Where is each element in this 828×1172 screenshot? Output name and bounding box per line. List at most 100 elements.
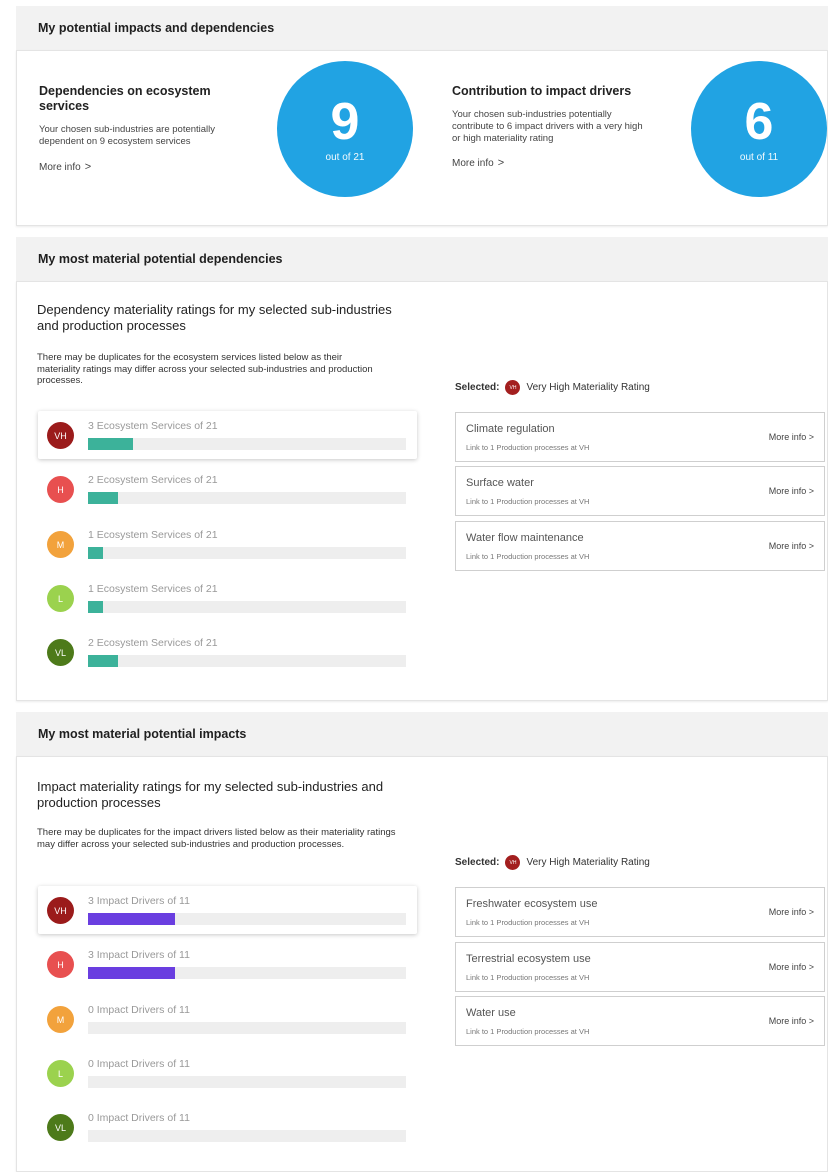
materiality-item-card[interactable]: Surface water Link to 1 Production proces… — [455, 466, 825, 516]
impacts-more-info-link[interactable]: More info > — [452, 157, 504, 169]
rating-badge: M — [47, 531, 74, 558]
rating-bar-fill — [88, 438, 134, 450]
rating-row-label: 2 Ecosystem Services of 21 — [88, 637, 218, 649]
dependencies-subtitle: Dependency materiality ratings for my se… — [37, 302, 392, 333]
item-more-info-link[interactable]: More info > — [769, 1016, 814, 1026]
rating-badge: H — [47, 476, 74, 503]
chevron-right-icon: > — [84, 161, 92, 173]
rating-row[interactable]: H 3 Impact Drivers of 11 — [38, 940, 417, 988]
impacts-subtitle: Impact materiality ratings for my select… — [37, 779, 384, 810]
item-link-text: Link to 1 Production processes at VH — [466, 552, 590, 561]
rating-badge: L — [47, 585, 74, 612]
dependencies-section-header: My most material potential dependencies — [16, 237, 828, 281]
rating-bar-track — [88, 492, 406, 504]
selected-rating-badge: VH — [505, 380, 521, 395]
materiality-item-card[interactable]: Terrestrial ecosystem use Link to 1 Produ… — [455, 942, 825, 992]
rating-badge: H — [47, 951, 74, 978]
rating-badge: L — [47, 1060, 74, 1087]
item-link-text: Link to 1 Production processes at VH — [466, 497, 590, 506]
impacts-out-of: out of 11 — [739, 151, 779, 163]
item-link-text: Link to 1 Production processes at VH — [466, 918, 590, 927]
rating-row[interactable]: H 2 Ecosystem Services of 21 — [38, 465, 417, 513]
item-name: Surface water — [466, 477, 534, 489]
rating-row[interactable]: VL 2 Ecosystem Services of 21 — [38, 628, 417, 676]
rating-row-label: 0 Impact Drivers of 11 — [88, 1112, 190, 1124]
rating-row-label: 1 Ecosystem Services of 21 — [88, 583, 218, 595]
dependencies-title: Dependencies on ecosystem services — [39, 84, 211, 113]
dependencies-selected-indicator: Selected: VH Very High Materiality Ratin… — [455, 380, 650, 395]
impacts-desc: Your chosen sub-industries potentially c… — [452, 109, 643, 144]
rating-bar-track — [88, 913, 406, 925]
rating-row[interactable]: L 0 Impact Drivers of 11 — [38, 1049, 417, 1097]
rating-bar-fill — [88, 655, 119, 667]
dependencies-out-of: out of 21 — [325, 151, 365, 163]
rating-bar-track — [88, 1076, 406, 1088]
selected-label: Selected: — [455, 382, 500, 393]
impacts-title: Contribution to impact drivers — [452, 84, 632, 98]
rating-row[interactable]: VL 0 Impact Drivers of 11 — [38, 1103, 417, 1151]
chevron-right-icon: > — [497, 157, 505, 169]
summary-card: Dependencies on ecosystem services Your … — [16, 50, 828, 226]
item-name: Freshwater ecosystem use — [466, 898, 598, 910]
rating-row-label: 0 Impact Drivers of 11 — [88, 1004, 190, 1016]
rating-bar-fill — [88, 547, 104, 559]
item-link-text: Link to 1 Production processes at VH — [466, 973, 590, 982]
rating-badge: VH — [47, 422, 74, 449]
impacts-count-circle: 6 out of 11 — [691, 61, 827, 197]
item-link-text: Link to 1 Production processes at VH — [466, 1027, 590, 1036]
dependencies-count-circle: 9 out of 21 — [277, 61, 413, 197]
rating-row-label: 3 Ecosystem Services of 21 — [88, 420, 218, 432]
item-name: Water use — [466, 1007, 516, 1019]
rating-bar-track — [88, 547, 406, 559]
more-info-label: More info — [39, 162, 81, 173]
rating-bar-fill — [88, 967, 175, 979]
rating-row-label: 3 Impact Drivers of 11 — [88, 895, 190, 907]
item-more-info-link[interactable]: More info > — [769, 541, 814, 551]
rating-row[interactable]: M 1 Ecosystem Services of 21 — [38, 520, 417, 568]
rating-bar-track — [88, 967, 406, 979]
selected-label: Selected: — [455, 857, 500, 868]
rating-bar-track — [88, 1022, 406, 1034]
rating-row[interactable]: VH 3 Impact Drivers of 11 — [38, 886, 417, 934]
impacts-section-header: My most material potential impacts — [16, 712, 828, 756]
item-more-info-link[interactable]: More info > — [769, 962, 814, 972]
rating-badge: M — [47, 1006, 74, 1033]
dependencies-count: 9 — [330, 92, 360, 151]
rating-badge: VL — [47, 1114, 74, 1141]
summary-header: My potential impacts and dependencies — [16, 6, 828, 50]
impacts-selected-indicator: Selected: VH Very High Materiality Ratin… — [455, 855, 650, 870]
rating-badge: VL — [47, 639, 74, 666]
rating-bar-fill — [88, 913, 175, 925]
dependencies-note: There may be duplicates for the ecosyste… — [37, 352, 373, 386]
item-more-info-link[interactable]: More info > — [769, 907, 814, 917]
rating-row-label: 1 Ecosystem Services of 21 — [88, 529, 218, 541]
selected-rating-badge: VH — [505, 855, 521, 870]
rating-bar-track — [88, 601, 406, 613]
item-more-info-link[interactable]: More info > — [769, 486, 814, 496]
more-info-label: More info — [452, 158, 494, 169]
rating-bar-track — [88, 1130, 406, 1142]
materiality-item-card[interactable]: Climate regulation Link to 1 Production p… — [455, 412, 825, 462]
materiality-item-card[interactable]: Freshwater ecosystem use Link to 1 Produc… — [455, 887, 825, 937]
materiality-item-card[interactable]: Water use Link to 1 Production processes … — [455, 996, 825, 1046]
item-more-info-link[interactable]: More info > — [769, 432, 814, 442]
rating-row-label: 0 Impact Drivers of 11 — [88, 1058, 190, 1070]
dependencies-desc: Your chosen sub-industries are potential… — [39, 124, 216, 147]
item-name: Terrestrial ecosystem use — [466, 953, 591, 965]
dependencies-more-info-link[interactable]: More info > — [39, 161, 91, 173]
rating-bar-track — [88, 438, 406, 450]
selected-rating-text: Very High Materiality Rating — [526, 382, 650, 393]
rating-row[interactable]: M 0 Impact Drivers of 11 — [38, 995, 417, 1043]
selected-rating-text: Very High Materiality Rating — [526, 857, 650, 868]
materiality-item-card[interactable]: Water flow maintenance Link to 1 Producti… — [455, 521, 825, 571]
item-name: Water flow maintenance — [466, 532, 584, 544]
rating-badge: VH — [47, 897, 74, 924]
rating-row-label: 2 Ecosystem Services of 21 — [88, 474, 218, 486]
rating-row[interactable]: L 1 Ecosystem Services of 21 — [38, 574, 417, 622]
impacts-count: 6 — [744, 92, 774, 151]
rating-row[interactable]: VH 3 Ecosystem Services of 21 — [38, 411, 417, 459]
item-link-text: Link to 1 Production processes at VH — [466, 443, 590, 452]
impacts-note: There may be duplicates for the impact d… — [37, 827, 396, 850]
rating-bar-track — [88, 655, 406, 667]
rating-row-label: 3 Impact Drivers of 11 — [88, 949, 190, 961]
